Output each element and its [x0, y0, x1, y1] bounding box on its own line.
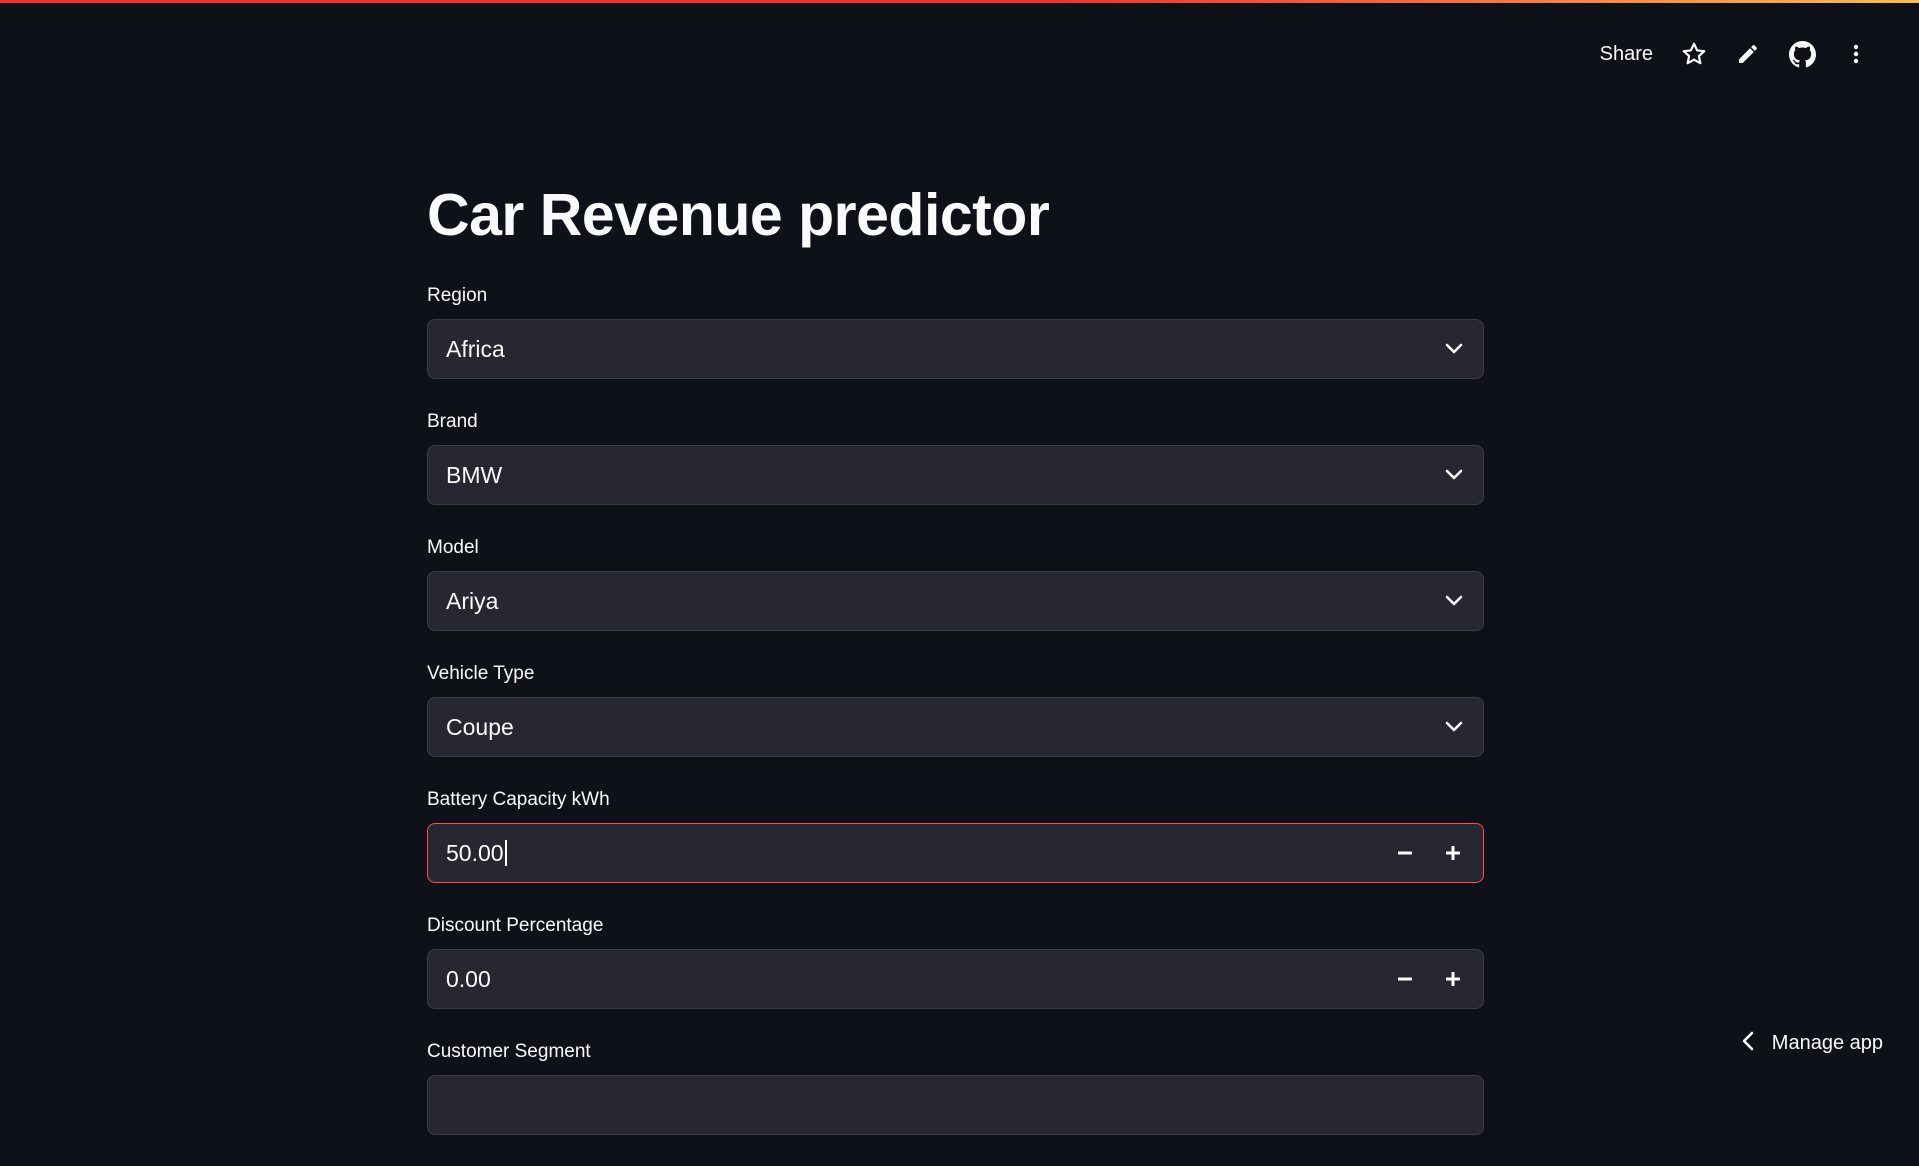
brand-value: BMW — [446, 462, 1443, 489]
pencil-icon[interactable] — [1721, 36, 1775, 72]
discount-percentage-label: Discount Percentage — [427, 914, 1484, 938]
star-icon[interactable] — [1667, 36, 1721, 72]
vehicle-type-select[interactable]: Coupe — [427, 697, 1484, 757]
customer-segment-field: Customer Segment — [427, 1040, 1484, 1166]
decrement-button[interactable] — [1381, 824, 1429, 882]
battery-capacity-input[interactable]: 50.00 — [428, 824, 1381, 882]
top-decoration-bar — [0, 0, 1919, 3]
battery-capacity-field: Battery Capacity kWh 50.00 — [427, 788, 1484, 914]
battery-capacity-value: 50.00 — [446, 840, 504, 867]
vehicle-type-label: Vehicle Type — [427, 662, 1484, 686]
chevron-down-icon — [1443, 338, 1465, 360]
main-content: Car Revenue predictor Region Africa Bran… — [427, 170, 1484, 1166]
battery-capacity-label: Battery Capacity kWh — [427, 788, 1484, 812]
customer-segment-select[interactable] — [427, 1075, 1484, 1135]
page-title: Car Revenue predictor — [427, 170, 1484, 260]
discount-percentage-input[interactable]: 0.00 — [428, 950, 1381, 1008]
discount-percentage-value: 0.00 — [446, 966, 491, 993]
region-field: Region Africa — [427, 284, 1484, 410]
model-select[interactable]: Ariya — [427, 571, 1484, 631]
battery-capacity-stepper: 50.00 — [427, 823, 1484, 883]
manage-app-button[interactable]: Manage app — [1726, 1023, 1883, 1063]
share-button[interactable]: Share — [1586, 37, 1667, 72]
more-vertical-icon[interactable] — [1829, 36, 1883, 72]
region-value: Africa — [446, 336, 1443, 363]
customer-segment-label: Customer Segment — [427, 1040, 1484, 1064]
brand-select[interactable]: BMW — [427, 445, 1484, 505]
vehicle-type-value: Coupe — [446, 714, 1443, 741]
brand-label: Brand — [427, 410, 1484, 434]
discount-percentage-stepper: 0.00 — [427, 949, 1484, 1009]
chevron-down-icon — [1443, 464, 1465, 486]
brand-field: Brand BMW — [427, 410, 1484, 536]
app-header: Share — [1586, 36, 1883, 72]
model-field: Model Ariya — [427, 536, 1484, 662]
increment-button[interactable] — [1429, 824, 1477, 882]
region-select[interactable]: Africa — [427, 319, 1484, 379]
region-label: Region — [427, 284, 1484, 308]
chevron-down-icon — [1443, 716, 1465, 738]
model-label: Model — [427, 536, 1484, 560]
model-value: Ariya — [446, 588, 1443, 615]
scrollbar[interactable] — [1911, 3, 1919, 1079]
discount-percentage-field: Discount Percentage 0.00 — [427, 914, 1484, 1040]
manage-app-label: Manage app — [1772, 1032, 1883, 1055]
github-icon[interactable] — [1775, 36, 1829, 72]
decrement-button[interactable] — [1381, 950, 1429, 1008]
chevron-left-icon — [1742, 1031, 1754, 1056]
chevron-down-icon — [1443, 590, 1465, 612]
text-caret — [505, 840, 507, 866]
vehicle-type-field: Vehicle Type Coupe — [427, 662, 1484, 788]
increment-button[interactable] — [1429, 950, 1477, 1008]
